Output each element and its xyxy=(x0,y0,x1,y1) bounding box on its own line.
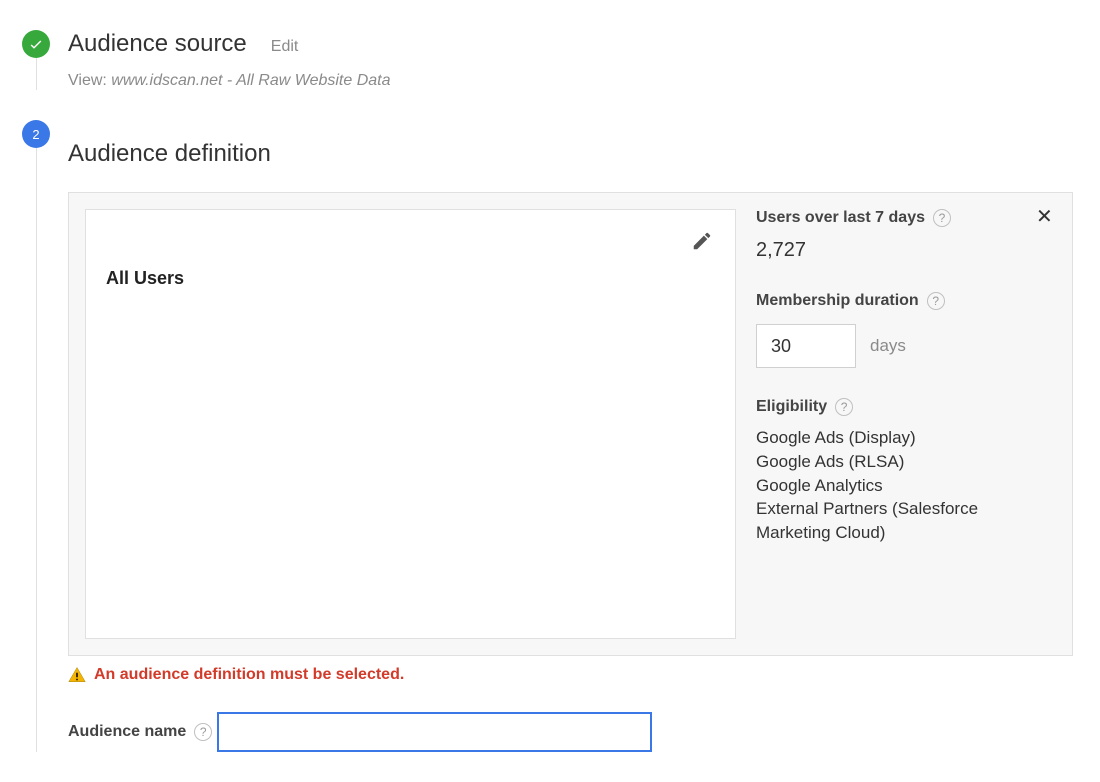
step-audience-definition: 2 Audience definition All Users ✕ Users … xyxy=(0,90,1100,752)
eligibility-item: Google Ads (Display) xyxy=(756,426,1050,450)
users-count: 2,727 xyxy=(756,239,1050,262)
definition-sidebar: ✕ Users over last 7 days ? 2,727 Members… xyxy=(756,209,1056,639)
step-audience-source: Audience source Edit View: www.idscan.ne… xyxy=(0,0,1100,90)
eligibility-item: External Partners (Salesforce Marketing … xyxy=(756,497,1050,545)
view-prefix: View: xyxy=(68,72,111,89)
step-number: 2 xyxy=(32,127,39,142)
audience-name-section: Audience name ? xyxy=(68,700,1100,752)
eligibility-item: Google Ads (RLSA) xyxy=(756,450,1050,474)
duration-suffix: days xyxy=(870,336,906,356)
step-number-badge: 2 xyxy=(22,120,50,148)
eligibility-item: Google Analytics xyxy=(756,474,1050,498)
help-icon[interactable]: ? xyxy=(194,723,212,741)
help-icon[interactable]: ? xyxy=(927,292,945,310)
eligibility-label: Eligibility ? xyxy=(756,398,853,416)
definition-left-title: All Users xyxy=(106,268,715,289)
definition-canvas: All Users xyxy=(85,209,736,639)
step1-title: Audience source xyxy=(68,30,247,58)
membership-label-text: Membership duration xyxy=(756,292,919,310)
definition-panel: All Users ✕ Users over last 7 days ? 2,7… xyxy=(68,192,1073,656)
eligibility-list: Google Ads (Display) Google Ads (RLSA) G… xyxy=(756,426,1050,545)
membership-label: Membership duration ? xyxy=(756,292,945,310)
checkmark-icon xyxy=(22,30,50,58)
edit-button[interactable]: Edit xyxy=(271,38,299,56)
step-connector-line xyxy=(36,148,37,752)
edit-definition-button[interactable] xyxy=(691,230,715,254)
error-row: An audience definition must be selected. xyxy=(68,666,1100,684)
pencil-icon xyxy=(691,230,713,252)
view-line: View: www.idscan.net - All Raw Website D… xyxy=(68,72,1100,90)
help-icon[interactable]: ? xyxy=(835,398,853,416)
audience-name-label-text: Audience name xyxy=(68,723,186,741)
audience-name-label: Audience name ? xyxy=(68,723,212,741)
users-label-text: Users over last 7 days xyxy=(756,209,925,227)
close-icon: ✕ xyxy=(1036,206,1053,228)
error-message: An audience definition must be selected. xyxy=(94,666,404,684)
eligibility-label-text: Eligibility xyxy=(756,398,827,416)
help-icon[interactable]: ? xyxy=(933,209,951,227)
users-label: Users over last 7 days ? xyxy=(756,209,951,227)
view-value: www.idscan.net - All Raw Website Data xyxy=(111,72,390,89)
close-sidebar-button[interactable]: ✕ xyxy=(1036,207,1056,227)
audience-name-input[interactable] xyxy=(217,712,652,752)
step-connector-line xyxy=(36,58,37,90)
step2-title: Audience definition xyxy=(68,140,1100,168)
warning-icon xyxy=(68,666,86,684)
membership-duration-input[interactable] xyxy=(756,324,856,368)
